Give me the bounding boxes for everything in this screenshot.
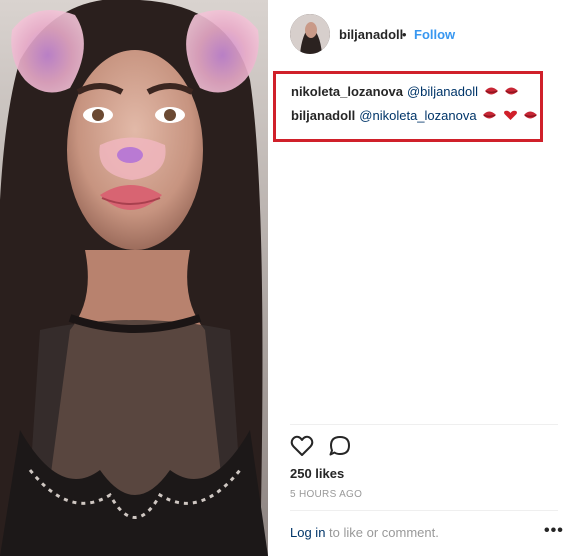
- footer-divider: [290, 510, 558, 511]
- speech-bubble-icon: [329, 436, 350, 456]
- comment-mention[interactable]: @nikoleta_lozanova: [359, 108, 476, 123]
- instagram-post: biljanadoll • Follow nikoleta_lozanova @b…: [0, 0, 580, 556]
- lips-emoji-icon: [484, 87, 498, 95]
- lips-emoji-icon: [483, 111, 497, 119]
- post-header: biljanadoll • Follow: [268, 0, 580, 68]
- follow-button[interactable]: Follow: [414, 27, 455, 42]
- login-link[interactable]: Log in: [290, 525, 325, 540]
- more-options-button[interactable]: •••: [544, 522, 564, 540]
- header-username[interactable]: biljanadoll: [339, 27, 403, 42]
- actions-divider: [290, 424, 558, 425]
- lips-emoji-icon: [505, 87, 519, 95]
- heart-outline-icon: [290, 435, 314, 456]
- avatar[interactable]: [290, 14, 330, 54]
- selfie-image: [0, 0, 268, 556]
- post-timestamp[interactable]: 5 HOURS AGO: [290, 489, 362, 500]
- post-photo[interactable]: [0, 0, 268, 556]
- comment-2: biljanadoll @nikoleta_lozanova: [291, 108, 538, 123]
- avatar-image: [290, 14, 330, 54]
- likes-count[interactable]: 250 likes: [290, 466, 344, 481]
- like-button[interactable]: [290, 435, 314, 462]
- comment-button[interactable]: [328, 435, 352, 462]
- comment-mention[interactable]: @biljanadoll: [407, 84, 478, 99]
- heart-emoji-icon: [503, 110, 517, 120]
- comment-1: nikoleta_lozanova @biljanadoll: [291, 84, 519, 99]
- separator-dot: •: [402, 27, 407, 42]
- highlight-box: [273, 71, 543, 142]
- lips-emoji-icon: [524, 111, 538, 119]
- login-prompt-text: to like or comment.: [325, 525, 439, 540]
- post-sidebar: biljanadoll • Follow nikoleta_lozanova @b…: [268, 0, 580, 556]
- comment-username[interactable]: biljanadoll: [291, 108, 355, 123]
- login-prompt: Log in to like or comment.: [290, 525, 439, 540]
- comment-username[interactable]: nikoleta_lozanova: [291, 84, 403, 99]
